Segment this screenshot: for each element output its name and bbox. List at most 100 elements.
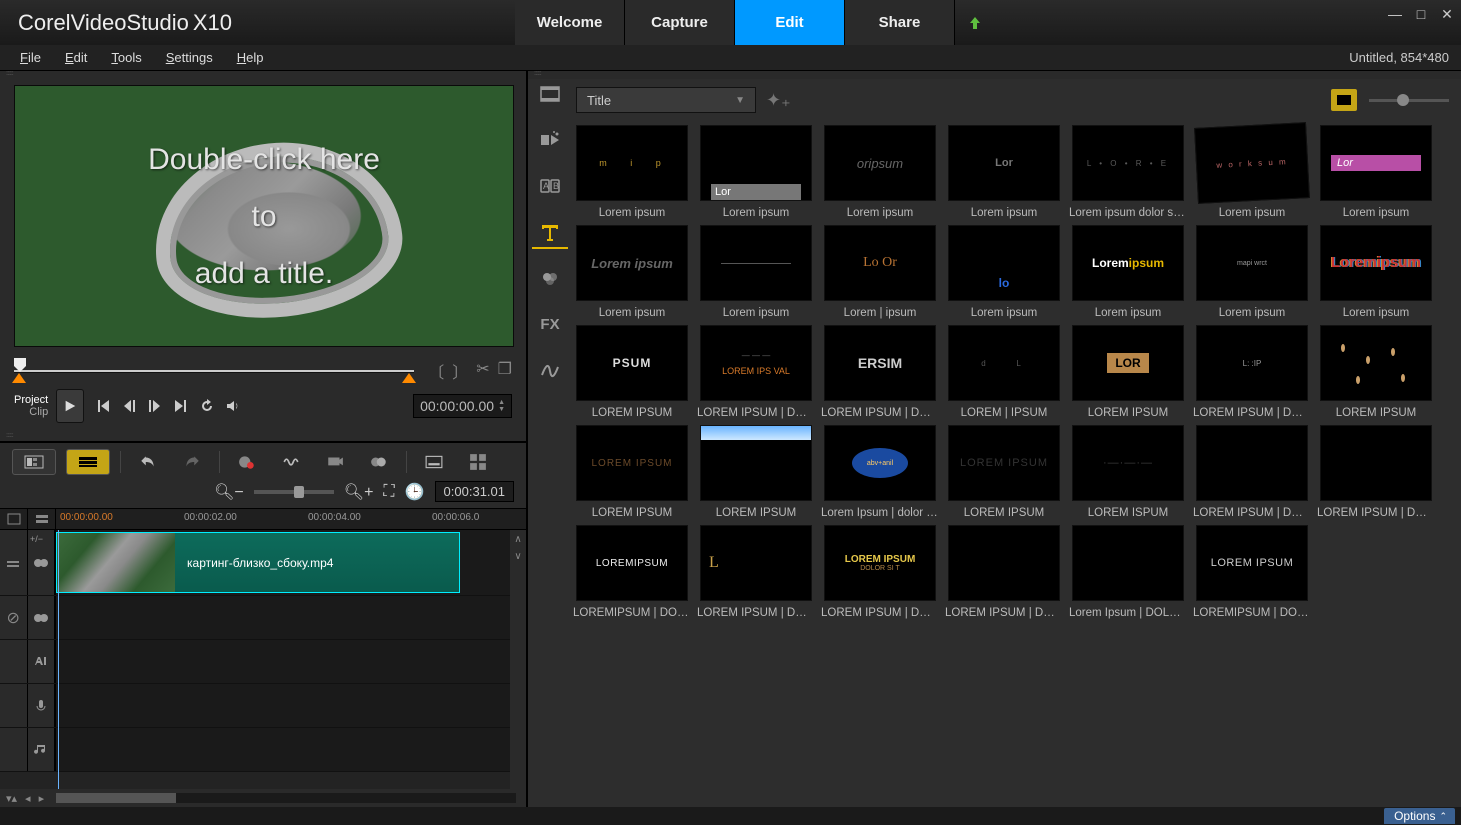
mark-in-button[interactable]: 〔	[428, 359, 444, 383]
tl-scroll-right[interactable]: ▸	[39, 792, 45, 805]
title-preset[interactable]: mapi wrctLorem ipsum	[1192, 225, 1312, 319]
tab-capture[interactable]: Capture	[625, 0, 735, 45]
title-preset[interactable]: Lorem ipsumLorem ipsum	[1068, 225, 1188, 319]
preview-title-overlay[interactable]: Double-click here to add a title.	[15, 86, 513, 346]
track-lock-icon[interactable]	[0, 530, 28, 595]
thumbnail-view-button[interactable]	[1331, 89, 1357, 111]
project-duration[interactable]: 0:00:31.01	[435, 481, 514, 502]
title-preset[interactable]: abv+anilLorem Ipsum | dolor sit …	[820, 425, 940, 519]
audio-mixer-button[interactable]	[274, 449, 308, 475]
title-preset[interactable]: LOREM IPSUMDOLOR SI TLOREM IPSUM | DOL…	[820, 525, 940, 619]
menu-tools[interactable]: Tools	[111, 50, 141, 65]
title-preset[interactable]: ·—·—·—LOREM ISPUM	[1068, 425, 1188, 519]
title-track[interactable]	[0, 640, 526, 684]
auto-music-button[interactable]	[318, 449, 352, 475]
volume-button[interactable]	[220, 393, 246, 419]
video-track-1[interactable]: картинг-близко_сбоку.mp4	[0, 530, 526, 596]
title-preset[interactable]: LorLorem ipsum	[696, 125, 816, 219]
filter-tab[interactable]	[532, 263, 568, 295]
title-preset[interactable]: LorLorem ipsum	[944, 125, 1064, 219]
split-clip-button[interactable]: ✂	[476, 359, 489, 383]
overlay-track-icon[interactable]	[28, 596, 56, 639]
title-preset[interactable]: m i pLorem ipsum	[572, 125, 692, 219]
title-preset[interactable]: LORLOREM IPSUM	[1068, 325, 1188, 419]
scrub-bar[interactable]	[14, 364, 414, 378]
tl-scroll-left[interactable]: ◂	[25, 792, 31, 805]
music-track-icon[interactable]	[28, 728, 56, 771]
playback-mode-label[interactable]: Project Clip	[14, 394, 48, 418]
media-tab[interactable]	[532, 79, 568, 111]
play-button[interactable]	[56, 389, 84, 423]
title-preset[interactable]: Lorem ipsumLorem ipsum	[572, 225, 692, 319]
title-preset[interactable]: ERSIMLOREM IPSUM | DOL…	[820, 325, 940, 419]
loop-button[interactable]	[194, 393, 220, 419]
mode-clip-label[interactable]: Clip	[14, 406, 48, 418]
timecode-spinner[interactable]: ▲▼	[498, 399, 505, 413]
multicam-button[interactable]	[461, 449, 495, 475]
title-preset[interactable]: Lorem Ipsum | DOLOR …	[1068, 525, 1188, 619]
timeline-grip[interactable]: ::::::::::	[0, 433, 526, 441]
panel-grip[interactable]: ::::::::::	[0, 71, 526, 79]
mark-out-button[interactable]: 〕	[452, 359, 468, 383]
preview-viewport[interactable]: Double-click here to add a title.	[14, 85, 514, 347]
add-favorite-button[interactable]: ✦₊	[766, 90, 791, 111]
zoom-slider[interactable]	[254, 490, 334, 494]
title-preset[interactable]: LOREM IPSUM	[696, 425, 816, 519]
mark-out-icon[interactable]	[402, 373, 416, 383]
maximize-icon[interactable]: □	[1413, 6, 1429, 23]
title-preset[interactable]: LLOREM IPSUM | DOL…	[696, 525, 816, 619]
overlay-track[interactable]: ⊘	[0, 596, 526, 640]
title-preset[interactable]: LorLorem ipsum	[1316, 125, 1436, 219]
tl-collapse-icon[interactable]: ▾▴	[6, 792, 17, 805]
mode-project-label[interactable]: Project	[14, 394, 48, 406]
category-select[interactable]: Title ▼	[576, 87, 756, 113]
tab-welcome[interactable]: Welcome	[515, 0, 625, 45]
timeline-clip[interactable]: картинг-близко_сбоку.mp4	[56, 532, 460, 593]
title-preset[interactable]: LOREM IPSUMLOREM IPSUM	[572, 425, 692, 519]
close-icon[interactable]: ✕	[1439, 6, 1455, 23]
playhead-icon[interactable]	[14, 358, 26, 368]
music-track[interactable]	[0, 728, 526, 772]
title-preset[interactable]: PSUMLOREM IPSUM	[572, 325, 692, 419]
mark-in-icon[interactable]	[12, 373, 26, 383]
path-tab[interactable]	[532, 355, 568, 387]
title-preset[interactable]: LOREM IPSUMLOREMIPSUM | DOL…	[1192, 525, 1312, 619]
title-preset[interactable]: LOREM IPSUM | DOL…	[944, 525, 1064, 619]
title-preset[interactable]: loLorem ipsum	[944, 225, 1064, 319]
title-preset[interactable]: LOREM IPSUM	[1316, 325, 1436, 419]
title-preset[interactable]: LOREM IPSUM | DOL…	[1316, 425, 1436, 519]
timeline-ruler[interactable]: 00:00:00.00 00:00:02.00 00:00:04.00 00:0…	[0, 508, 526, 530]
title-preset[interactable]: LoremipsumLorem ipsum	[1316, 225, 1436, 319]
title-preset[interactable]: LOREM IPSUM | DOL…	[1192, 425, 1312, 519]
menu-edit[interactable]: Edit	[65, 50, 87, 65]
tab-edit[interactable]: Edit	[735, 0, 845, 45]
record-button[interactable]	[230, 449, 264, 475]
title-tab[interactable]	[532, 217, 568, 249]
zoom-in-button[interactable]: 🔍︎+	[344, 482, 374, 502]
title-preset[interactable]: d LLOREM | IPSUM	[944, 325, 1064, 419]
title-preset[interactable]: LOREM IPSUMLOREM IPSUM	[944, 425, 1064, 519]
title-preset[interactable]: L: :IPLOREM IPSUM | DOL…	[1192, 325, 1312, 419]
title-preset[interactable]: LOREMIPSUMLOREMIPSUM | DOLO…	[572, 525, 692, 619]
minimize-icon[interactable]: —	[1387, 6, 1403, 23]
menu-file[interactable]: File	[20, 50, 41, 65]
options-button[interactable]: Options ⌃	[1384, 808, 1455, 824]
track-header-icon-2[interactable]	[28, 509, 56, 529]
transition-tab[interactable]	[532, 125, 568, 157]
title-preset[interactable]: L • O • R • ELorem ipsum dolor sit a…	[1068, 125, 1188, 219]
title-track-icon[interactable]	[28, 640, 56, 683]
tab-share[interactable]: Share	[845, 0, 955, 45]
title-preset[interactable]: w o r k s u mLorem ipsum	[1192, 125, 1312, 219]
track-visibility-icon[interactable]: ⊘	[0, 596, 28, 639]
menu-settings[interactable]: Settings	[166, 50, 213, 65]
title-preset[interactable]: оripsumLorem ipsum	[820, 125, 940, 219]
go-start-button[interactable]	[90, 393, 116, 419]
menu-help[interactable]: Help	[237, 50, 264, 65]
timeline-view-button[interactable]	[66, 449, 110, 475]
redo-button[interactable]	[175, 449, 209, 475]
fx-tab[interactable]: FX	[532, 309, 568, 341]
timeline-vscroll[interactable]: ∧∨	[510, 530, 526, 789]
voice-track-icon[interactable]	[28, 684, 56, 727]
timeline-hscroll[interactable]	[56, 793, 516, 803]
timecode-display[interactable]: 00:00:00.00 ▲▼	[413, 394, 512, 418]
